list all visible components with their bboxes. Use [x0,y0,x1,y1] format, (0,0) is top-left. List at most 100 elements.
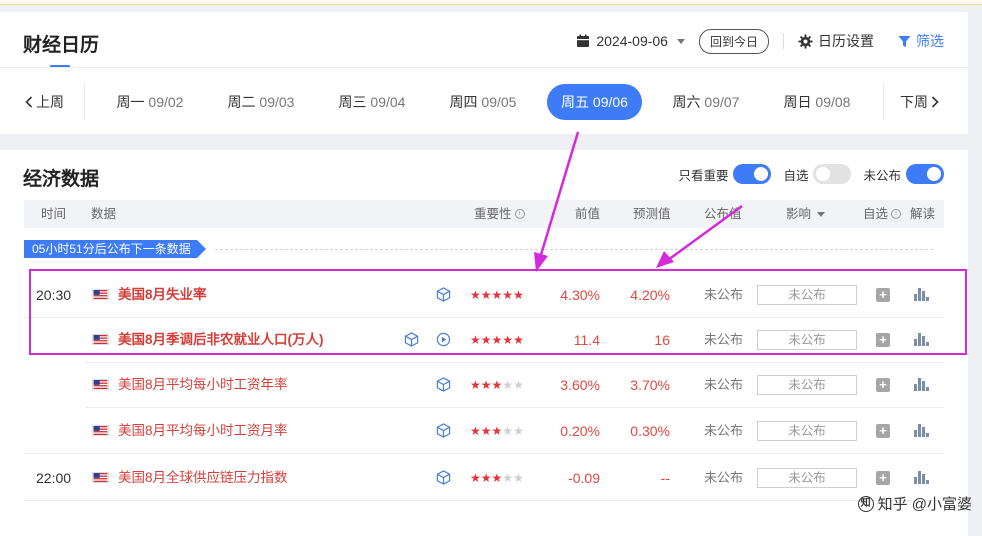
plus-icon[interactable]: + [876,378,890,392]
col-time: 时间 [41,207,67,221]
calendar-settings-button[interactable]: 日历设置 [798,31,874,51]
day-tab-thu[interactable]: 周四 09/05 [435,84,531,120]
page-title: 财经日历 [23,35,100,56]
table-header: 时间 数据 重要性 i 前值 预测值 公布值 影响 自选 i 解读 [24,200,944,228]
row-forecast-value: 0.30% [630,423,670,439]
bar-chart-icon[interactable] [914,377,929,391]
switch-on[interactable] [906,164,944,184]
filter-icon [898,35,911,47]
day-tab-tue[interactable]: 周二 09/03 [213,84,309,120]
table-row: 美国8月平均每小时工资月率 ★★★★★ 0.20% 0.30% 未公布 未公布 + [24,408,944,454]
row-divider [24,500,944,501]
switch-knob [927,167,941,181]
star-icon: ★ [480,471,492,485]
cube-icon[interactable] [436,423,451,438]
row-forecast-value: -- [660,470,670,486]
importance-stars: ★★★★★ [470,471,524,485]
star-icon: ★ [491,378,503,392]
importance-stars: ★★★★★ [470,378,524,392]
us-flag-icon [92,472,109,483]
row-name[interactable]: 美国8月平均每小时工资年率 [118,362,288,408]
row-forecast-value: 3.70% [630,377,670,393]
dashed-divider [215,249,933,250]
day-date: 09/08 [815,94,851,110]
star-icon: ★ [491,424,503,438]
filter-button[interactable]: 筛选 [898,31,944,51]
next-week-button[interactable]: 下周 [900,92,939,112]
row-actual-value: 未公布 [704,470,744,485]
star-icon: ★ [513,424,524,438]
top-notice-strip [0,0,982,5]
star-icon: ★ [470,378,481,392]
bar-chart-icon[interactable] [914,423,929,437]
toggle-label: 只看重要 [678,168,729,183]
star-icon: ★ [502,471,514,485]
week-divider [883,84,884,120]
toggle-unreleased[interactable]: 未公布 [863,164,944,184]
day-date: 09/07 [704,94,740,110]
us-flag-icon [92,425,109,436]
col-interpret: 解读 [910,207,936,221]
row-impact-box: 未公布 [757,468,857,488]
day-weekday: 周二 [227,94,256,110]
date-picker[interactable]: 2024-09-06 [576,33,685,49]
week-navigator: 上周 周一 09/02 周二 09/03 周三 09/04 周四 09/05 周… [0,84,968,120]
table-row: 美国8月平均每小时工资年率 ★★★★★ 3.60% 3.70% 未公布 未公布 + [24,362,944,408]
importance-stars: ★★★★★ [470,424,524,438]
star-icon: ★ [513,378,524,392]
day-date: 09/03 [259,94,295,110]
row-divider [24,453,944,454]
star-icon: ★ [502,378,514,392]
day-tab-mon[interactable]: 周一 09/02 [102,84,198,120]
plus-icon[interactable]: + [876,471,890,485]
info-icon[interactable]: i [514,209,525,219]
row-impact-box: 未公布 [757,421,857,441]
row-prev-value: 3.60% [560,377,600,393]
switch-off[interactable] [813,164,852,184]
day-tab-sat[interactable]: 周六 09/07 [658,84,754,120]
toggle-label: 未公布 [863,168,901,183]
day-date: 09/06 [592,94,628,110]
row-impact-box: 未公布 [757,375,857,395]
col-impact[interactable]: 影响 [786,200,826,228]
row-name[interactable]: 美国8月全球供应链压力指数 [118,455,288,501]
col-importance: 重要性 i [474,200,525,228]
day-tab-sun[interactable]: 周日 09/08 [769,84,865,120]
next-week-label: 下周 [900,94,928,110]
calendar-icon [577,34,590,47]
header-actions: 2024-09-06 回到今日 日历设置 筛选 [576,28,944,54]
star-icon: ★ [470,471,481,485]
toggle-important-only[interactable]: 只看重要 [678,164,772,184]
toggle-group: 只看重要 自选 未公布 [666,164,944,184]
chevron-left-icon [25,96,33,108]
info-icon[interactable]: i [891,209,902,219]
section-title: 经济数据 [23,169,100,190]
star-icon: ★ [470,424,481,438]
day-tab-wed[interactable]: 周三 09/04 [324,84,420,120]
header-divider [0,67,968,68]
day-date: 09/04 [370,94,406,110]
filter-label: 筛选 [916,33,944,49]
divider [783,33,784,49]
switch-on[interactable] [733,164,772,184]
calendar-settings-label: 日历设置 [818,33,874,49]
calendar-header-card: 财经日历 2024-09-06 回到今日 日历设置 筛选 上周 周一 09/02… [0,12,968,134]
prev-week-button[interactable]: 上周 [25,92,64,112]
cube-icon[interactable] [436,470,451,485]
star-icon: ★ [513,471,524,485]
back-to-today-button[interactable]: 回到今日 [698,28,769,54]
day-date: 09/02 [148,94,184,110]
plus-icon[interactable]: + [876,424,890,438]
day-tab-fri[interactable]: 周五 09/06 [547,84,642,120]
toggle-label: 自选 [783,168,809,183]
toggle-watchlist[interactable]: 自选 [783,164,852,184]
col-prev: 前值 [575,207,601,221]
row-prev-value: -0.09 [568,470,600,486]
row-name[interactable]: 美国8月平均每小时工资月率 [118,408,288,454]
cube-icon[interactable] [436,377,451,392]
day-weekday: 周一 [116,94,145,110]
day-date: 09/05 [481,94,517,110]
caret-down-icon [676,38,685,44]
bar-chart-icon[interactable] [914,470,929,484]
prev-week-label: 上周 [36,94,64,110]
